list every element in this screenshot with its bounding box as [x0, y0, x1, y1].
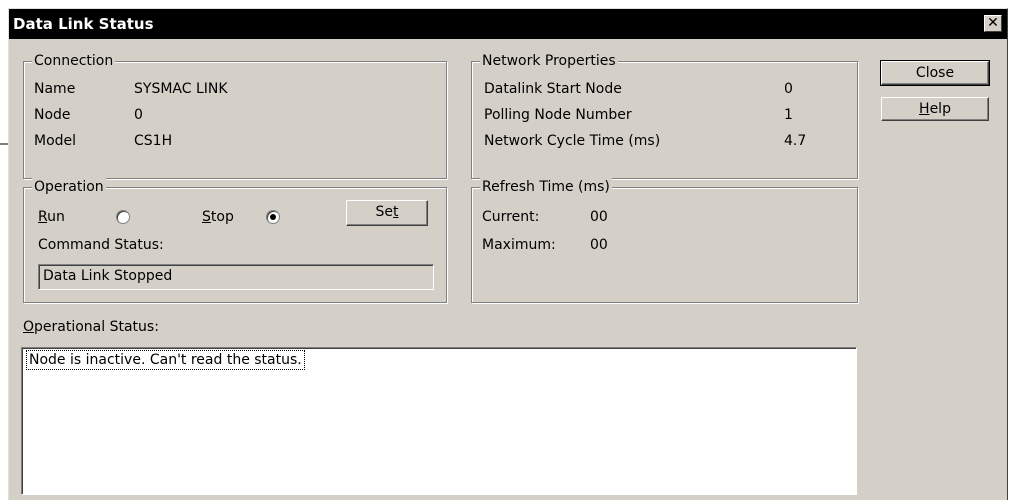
maximum-value: 00 — [590, 237, 608, 253]
refresh-legend: Refresh Time (ms) — [480, 178, 612, 196]
data-link-status-dialog: Data Link Status ✕ Connection Name SYSMA… — [8, 8, 1008, 500]
network-properties-group: Network Properties Datalink Start Node 0… — [471, 52, 858, 179]
operation-legend: Operation — [32, 178, 106, 196]
help-rest: elp — [929, 101, 951, 117]
polling-node-label: Polling Node Number — [484, 107, 632, 123]
title-bar: Data Link Status ✕ — [9, 9, 1007, 39]
start-node-value: 0 — [784, 81, 793, 97]
close-button[interactable]: Close — [880, 60, 990, 86]
help-button[interactable]: Help — [881, 97, 989, 121]
connection-name-value: SYSMAC LINK — [134, 81, 228, 97]
connection-model-label: Model — [34, 133, 77, 149]
current-value: 00 — [590, 209, 608, 225]
connection-group: Connection Name SYSMAC LINK Node 0 Model… — [23, 52, 447, 179]
current-label: Current: — [482, 209, 540, 225]
connection-legend: Connection — [32, 52, 116, 70]
connection-name-label: Name — [34, 81, 76, 97]
polling-node-value: 1 — [784, 107, 793, 123]
help-key: H — [919, 101, 930, 117]
connection-node-value: 0 — [134, 107, 143, 123]
window-title: Data Link Status — [13, 15, 154, 33]
stop-key: S — [202, 209, 211, 225]
operational-status-list[interactable]: Node is inactive. Can't read the status. — [21, 347, 857, 495]
set-pre: Se — [375, 204, 394, 220]
run-radio[interactable] — [116, 210, 130, 224]
set-button[interactable]: Set — [346, 200, 428, 226]
run-label: Run — [38, 208, 65, 226]
run-rest: un — [47, 209, 65, 225]
list-item[interactable]: Node is inactive. Can't read the status. — [26, 350, 305, 370]
operational-status-key: O — [23, 319, 35, 335]
stop-rest: top — [210, 209, 234, 225]
connection-node-label: Node — [34, 107, 71, 123]
stop-radio[interactable] — [266, 210, 280, 224]
set-key: t — [393, 204, 399, 220]
start-node-label: Datalink Start Node — [484, 81, 622, 97]
network-legend: Network Properties — [480, 52, 618, 70]
cycle-time-label: Network Cycle Time (ms) — [484, 133, 661, 149]
close-icon[interactable]: ✕ — [984, 15, 1002, 32]
operational-status-label: Operational Status: — [23, 318, 159, 336]
operation-group: Operation Run Stop Set Command Status: D… — [23, 178, 447, 303]
run-key: R — [38, 209, 48, 225]
maximum-label: Maximum: — [482, 237, 556, 253]
connection-model-value: CS1H — [134, 133, 173, 149]
cycle-time-value: 4.7 — [784, 133, 807, 149]
command-status-label: Command Status: — [38, 237, 164, 253]
operational-status-rest: perational Status: — [34, 319, 159, 335]
stop-label: Stop — [202, 208, 234, 226]
command-status-field: Data Link Stopped — [38, 264, 434, 290]
refresh-time-group: Refresh Time (ms) Current: 00 Maximum: 0… — [471, 178, 858, 303]
